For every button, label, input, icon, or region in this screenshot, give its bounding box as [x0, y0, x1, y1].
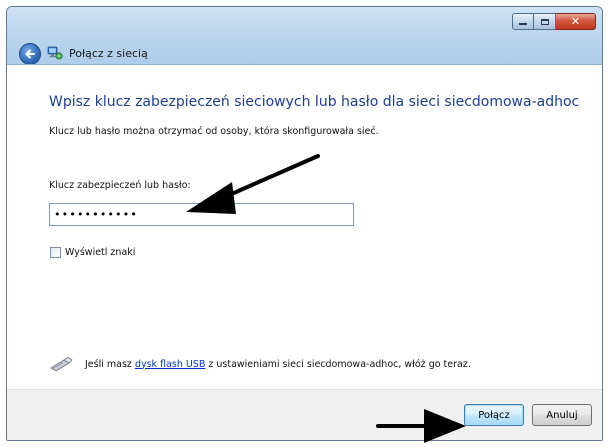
close-icon: ✕ [570, 15, 581, 28]
connect-to-network-dialog: ✕ Połącz z siecią Wpisz klucz zabezpiecz… [6, 6, 603, 441]
show-characters-checkbox[interactable] [50, 247, 61, 258]
connect-button[interactable]: Połącz [464, 404, 524, 426]
minimize-icon [519, 23, 527, 25]
usb-flash-drive-icon [50, 357, 73, 371]
security-key-label: Klucz zabezpieczeń lub hasło: [49, 180, 191, 191]
network-icon [47, 46, 63, 60]
main-instruction: Wpisz klucz zabezpieczeń sieciowych lub … [49, 94, 580, 110]
show-characters-label: Wyświetl znaki [65, 247, 136, 258]
usb-flash-link[interactable]: dysk flash USB [135, 359, 205, 370]
button-bar: Połącz Anuluj [7, 389, 602, 440]
close-button[interactable]: ✕ [556, 13, 596, 30]
caption-buttons: ✕ [512, 13, 596, 30]
maximize-button[interactable] [534, 13, 556, 30]
show-characters-option[interactable]: Wyświetl znaki [50, 247, 135, 258]
minimize-button[interactable] [512, 13, 534, 30]
maximize-icon [540, 18, 549, 25]
usb-text-after: z ustawieniami sieci siecdomowa-adhoc, w… [205, 358, 471, 370]
window-title: Połącz z siecią [69, 47, 148, 60]
back-button[interactable] [19, 43, 41, 65]
usb-text-before: Jeśli masz [85, 358, 135, 370]
title-bar: ✕ Połącz z siecią [7, 7, 602, 65]
usb-hint-text: Jeśli masz dysk flash USB z ustawieniami… [85, 359, 471, 370]
dialog-content: Wpisz klucz zabezpieczeń sieciowych lub … [7, 65, 602, 387]
back-arrow-icon [25, 49, 35, 59]
cancel-button[interactable]: Anuluj [532, 404, 592, 426]
info-text: Klucz lub hasło można otrzymać od osoby,… [49, 126, 379, 137]
security-key-input[interactable] [49, 203, 354, 226]
usb-hint: Jeśli masz dysk flash USB z ustawieniami… [49, 357, 471, 371]
